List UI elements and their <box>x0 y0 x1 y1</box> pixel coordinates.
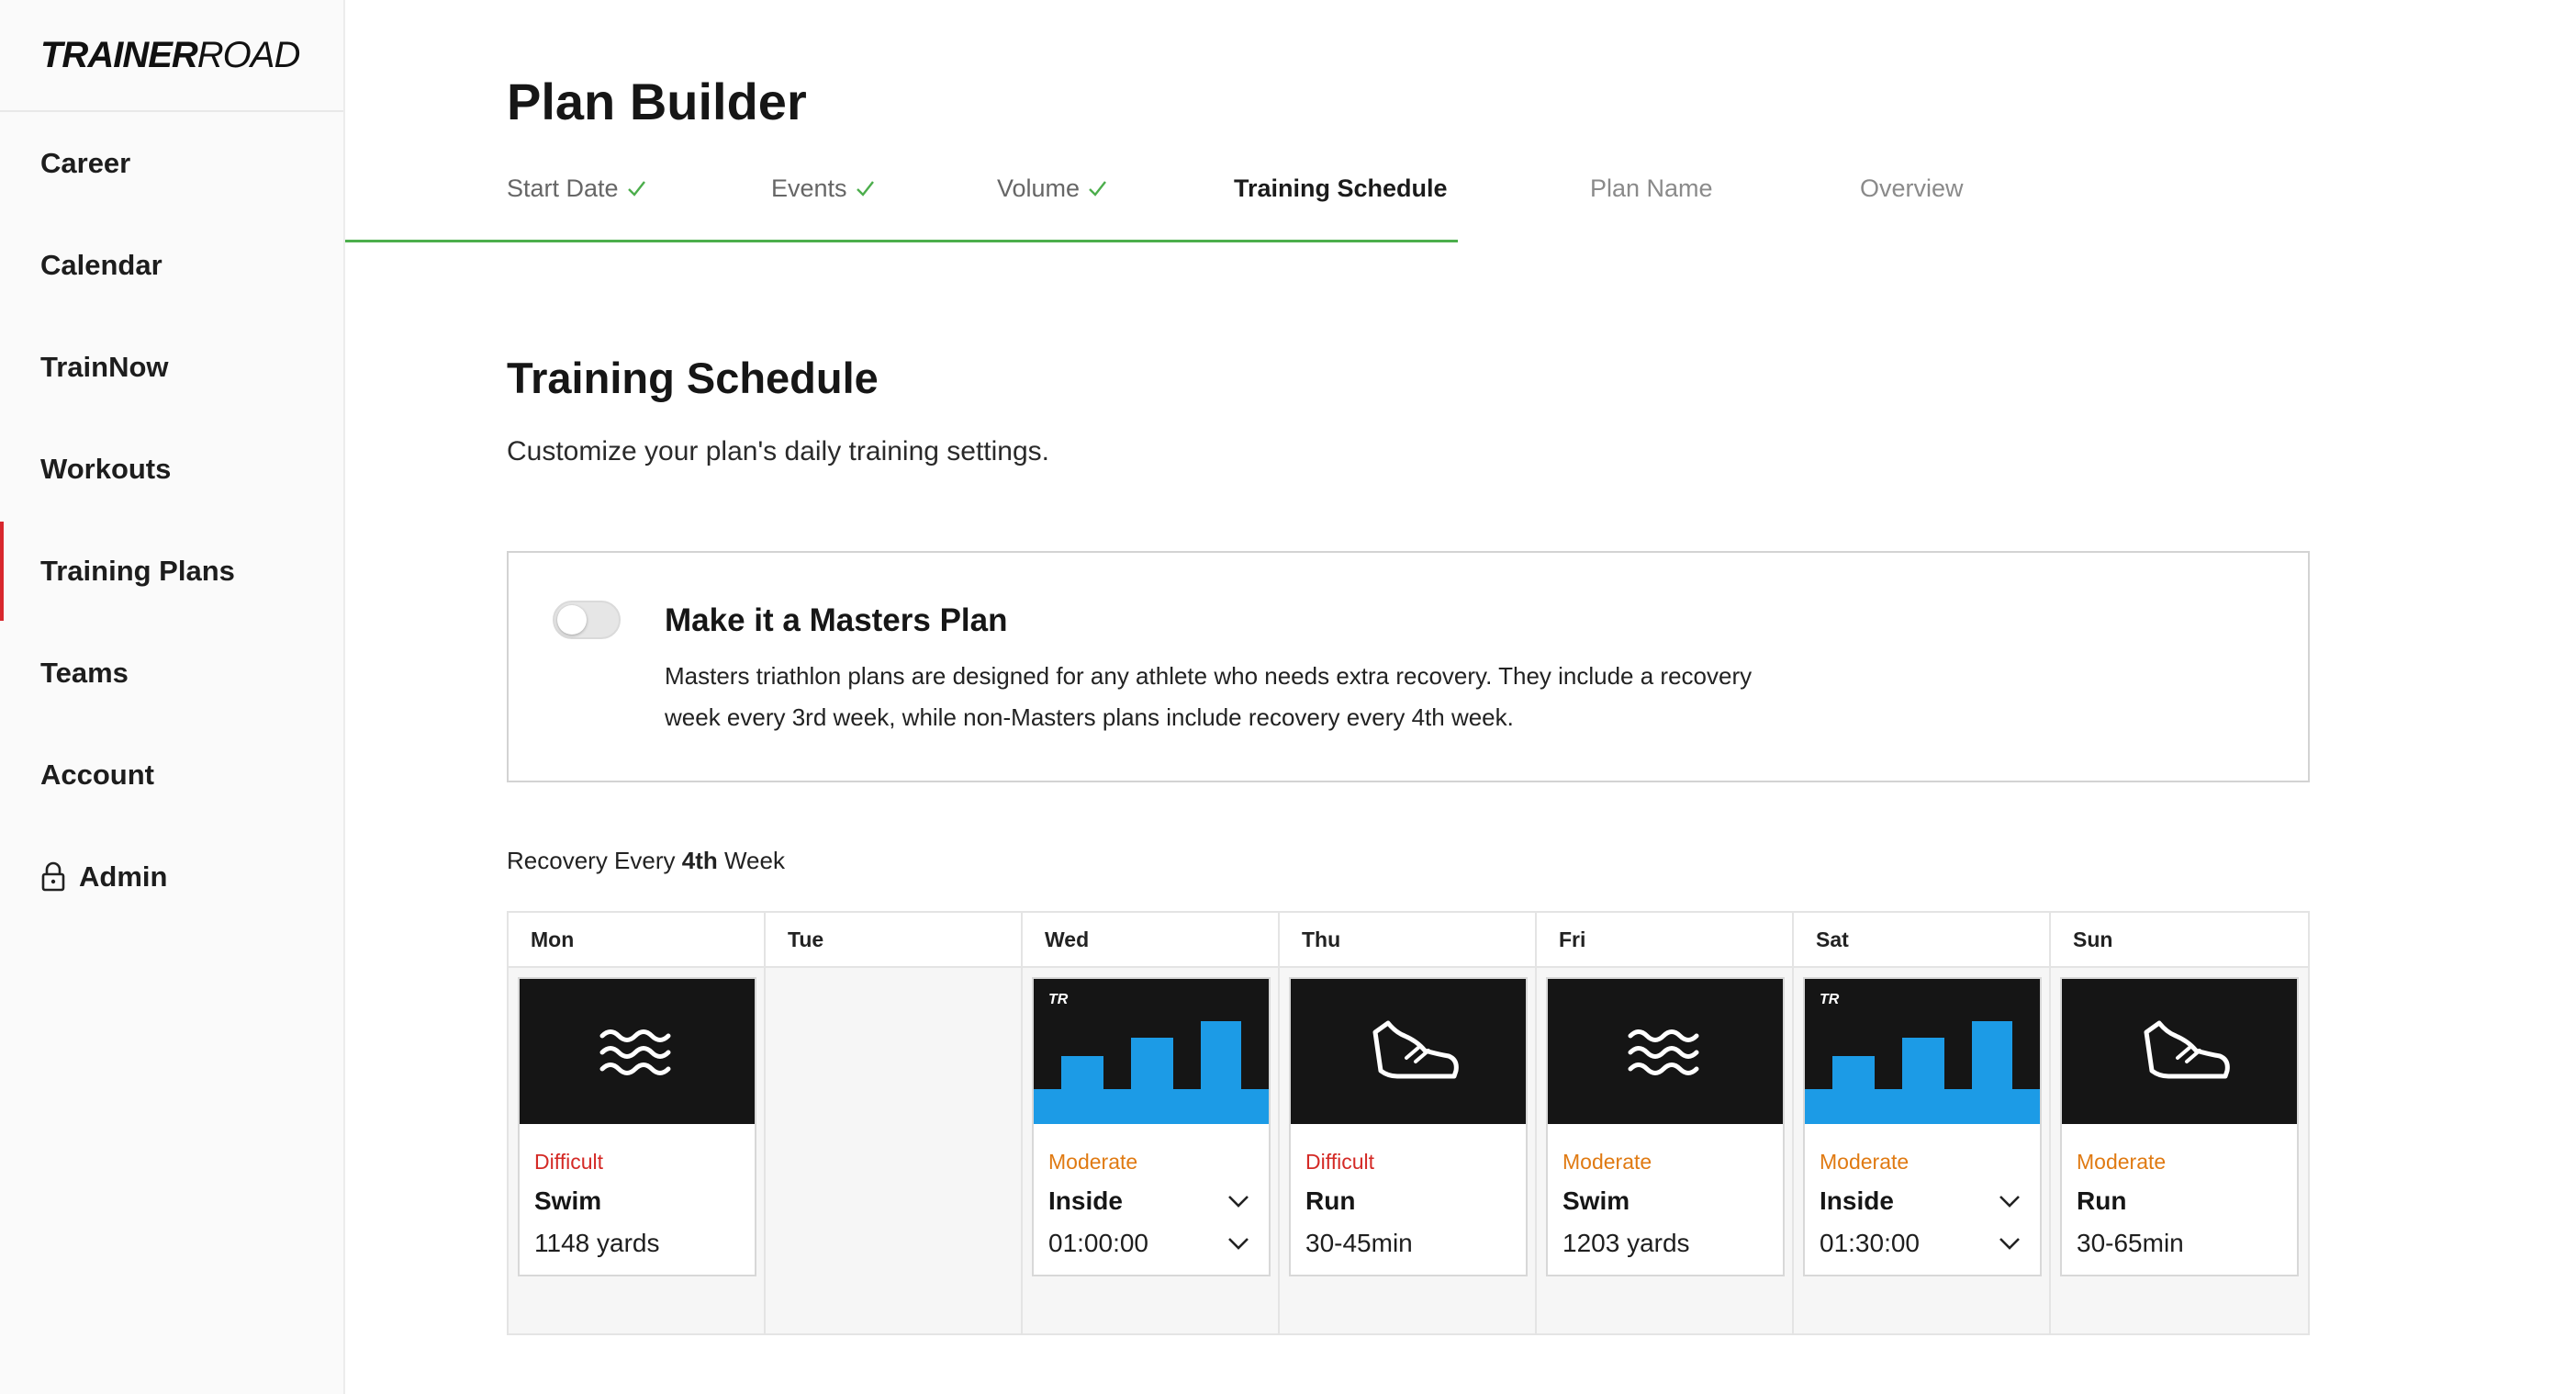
section-title: Training Schedule <box>507 354 879 402</box>
day-header: Sun <box>2051 913 2308 968</box>
day-column-tue[interactable]: Tue <box>766 913 1023 1333</box>
day-header: Thu <box>1280 913 1535 968</box>
workout-thumbnail <box>1291 979 1526 1124</box>
sidebar-item-label: Workouts <box>40 453 172 485</box>
sidebar-item-label: Calendar <box>40 249 162 281</box>
day-column-sun: Sun Moderate Run 30-65min <box>2051 913 2308 1333</box>
day-column-sat: Sat TR Moderate Inside 01:30:00 <box>1794 913 2051 1333</box>
day-column-mon: Mon Difficult Swim 1148 yards <box>509 913 766 1333</box>
workout-type: Run <box>2077 1186 2127 1215</box>
intensity-label: Difficult <box>1305 1150 1374 1174</box>
step-plan-name[interactable]: Plan Name <box>1590 174 1713 203</box>
sidebar-item-training-plans[interactable]: Training Plans <box>0 522 343 621</box>
sidebar-item-admin[interactable]: Admin <box>0 827 343 927</box>
sidebar-item-label: Career <box>40 147 131 179</box>
masters-plan-panel: Make it a Masters Plan Masters triathlon… <box>507 551 2310 782</box>
check-icon <box>856 181 874 197</box>
sidebar-item-workouts[interactable]: Workouts <box>0 420 343 519</box>
day-header: Fri <box>1537 913 1792 968</box>
workout-thumbnail <box>1548 979 1783 1124</box>
intensity-label: Moderate <box>2077 1150 2167 1174</box>
chevron-down-icon[interactable] <box>1226 1236 1250 1251</box>
check-icon <box>1089 181 1107 197</box>
chevron-down-icon[interactable] <box>1998 1236 2022 1251</box>
workout-detail: 1203 yards <box>1562 1229 1690 1257</box>
swim-icon <box>1628 1029 1699 1075</box>
sidebar-item-trainnow[interactable]: TrainNow <box>0 318 343 417</box>
masters-plan-description: Masters triathlon plans are designed for… <box>665 662 1753 731</box>
section-subtitle: Customize your plan's daily training set… <box>507 436 1050 467</box>
day-column-wed: Wed TR Moderate Inside 01:00:00 <box>1023 913 1280 1333</box>
tr-logo-icon: TR <box>1048 992 1069 1007</box>
run-shoe-icon <box>1372 1020 1459 1079</box>
trainerroad-logo[interactable]: TRAINERROAD <box>0 0 343 112</box>
day-column-thu: Thu Difficult Run 30-45min <box>1280 913 1537 1333</box>
bike-workout-graph-icon <box>1805 1021 2040 1124</box>
workout-type: Swim <box>1562 1186 1630 1215</box>
workout-type-select[interactable]: Inside <box>1048 1186 1123 1216</box>
chevron-down-icon[interactable] <box>1226 1194 1250 1209</box>
sidebar-item-label: Teams <box>40 657 129 689</box>
workout-card[interactable]: Moderate Run 30-65min <box>2060 977 2299 1276</box>
chevron-down-icon[interactable] <box>1998 1194 2022 1209</box>
week-schedule: Mon Difficult Swim 1148 yards Tue Wed TR… <box>507 911 2310 1335</box>
day-header: Wed <box>1023 913 1278 968</box>
sidebar-item-teams[interactable]: Teams <box>0 624 343 723</box>
sidebar-item-career[interactable]: Career <box>0 114 343 213</box>
intensity-label: Difficult <box>534 1150 603 1174</box>
recovery-frequency: Recovery Every 4th Week <box>507 847 785 874</box>
step-progress-bar <box>345 240 1458 242</box>
swim-icon <box>599 1029 671 1075</box>
step-volume[interactable]: Volume <box>997 174 1107 203</box>
day-header: Sat <box>1794 913 2049 968</box>
toggle-knob <box>557 605 587 635</box>
workout-card[interactable]: Difficult Run 30-45min <box>1289 977 1528 1276</box>
step-events[interactable]: Events <box>771 174 875 203</box>
sidebar-item-calendar[interactable]: Calendar <box>0 216 343 315</box>
intensity-label: Moderate <box>1562 1150 1652 1174</box>
intensity-label: Moderate <box>1820 1150 1910 1174</box>
logo-text: TRAINERROAD <box>40 34 300 75</box>
workout-duration-select[interactable]: 01:30:00 <box>1820 1229 1920 1258</box>
page-title: Plan Builder <box>507 73 807 130</box>
sidebar-item-account[interactable]: Account <box>0 725 343 825</box>
workout-duration-select[interactable]: 01:00:00 <box>1048 1229 1148 1258</box>
workout-card[interactable]: TR Moderate Inside 01:00:00 <box>1032 977 1271 1276</box>
workout-thumbnail <box>520 979 755 1124</box>
workout-detail: 30-45min <box>1305 1229 1413 1257</box>
step-training-schedule[interactable]: Training Schedule <box>1234 174 1448 203</box>
lock-icon <box>41 861 65 892</box>
workout-thumbnail <box>2062 979 2297 1124</box>
sidebar-item-label: Account <box>40 759 154 791</box>
check-icon <box>627 181 645 197</box>
workout-detail: 30-65min <box>2077 1229 2184 1257</box>
run-shoe-icon <box>2144 1020 2230 1079</box>
tr-logo-icon: TR <box>1820 992 1840 1007</box>
workout-card[interactable]: Difficult Swim 1148 yards <box>518 977 756 1276</box>
workout-card[interactable]: Moderate Swim 1203 yards <box>1546 977 1785 1276</box>
sidebar: TRAINERROAD Career Calendar TrainNow Wor… <box>0 0 345 1394</box>
intensity-label: Moderate <box>1048 1150 1138 1174</box>
masters-plan-toggle[interactable] <box>553 601 621 639</box>
workout-type: Run <box>1305 1186 1356 1215</box>
masters-plan-title: Make it a Masters Plan <box>665 602 1008 638</box>
day-column-fri: Fri Moderate Swim 1203 yards <box>1537 913 1794 1333</box>
workout-type-select[interactable]: Inside <box>1820 1186 1894 1216</box>
sidebar-item-label: Admin <box>79 860 168 893</box>
workout-type: Swim <box>534 1186 602 1215</box>
day-header: Tue <box>766 913 1021 968</box>
sidebar-item-label: Training Plans <box>40 555 235 587</box>
workout-detail: 1148 yards <box>534 1229 660 1257</box>
day-header: Mon <box>509 913 764 968</box>
workout-thumbnail: TR <box>1034 979 1269 1124</box>
workout-card[interactable]: TR Moderate Inside 01:30:00 <box>1803 977 2042 1276</box>
bike-workout-graph-icon <box>1034 1021 1269 1124</box>
sidebar-item-label: TrainNow <box>40 351 169 383</box>
workout-thumbnail: TR <box>1805 979 2040 1124</box>
step-overview[interactable]: Overview <box>1860 174 1964 203</box>
step-start-date[interactable]: Start Date <box>507 174 646 203</box>
